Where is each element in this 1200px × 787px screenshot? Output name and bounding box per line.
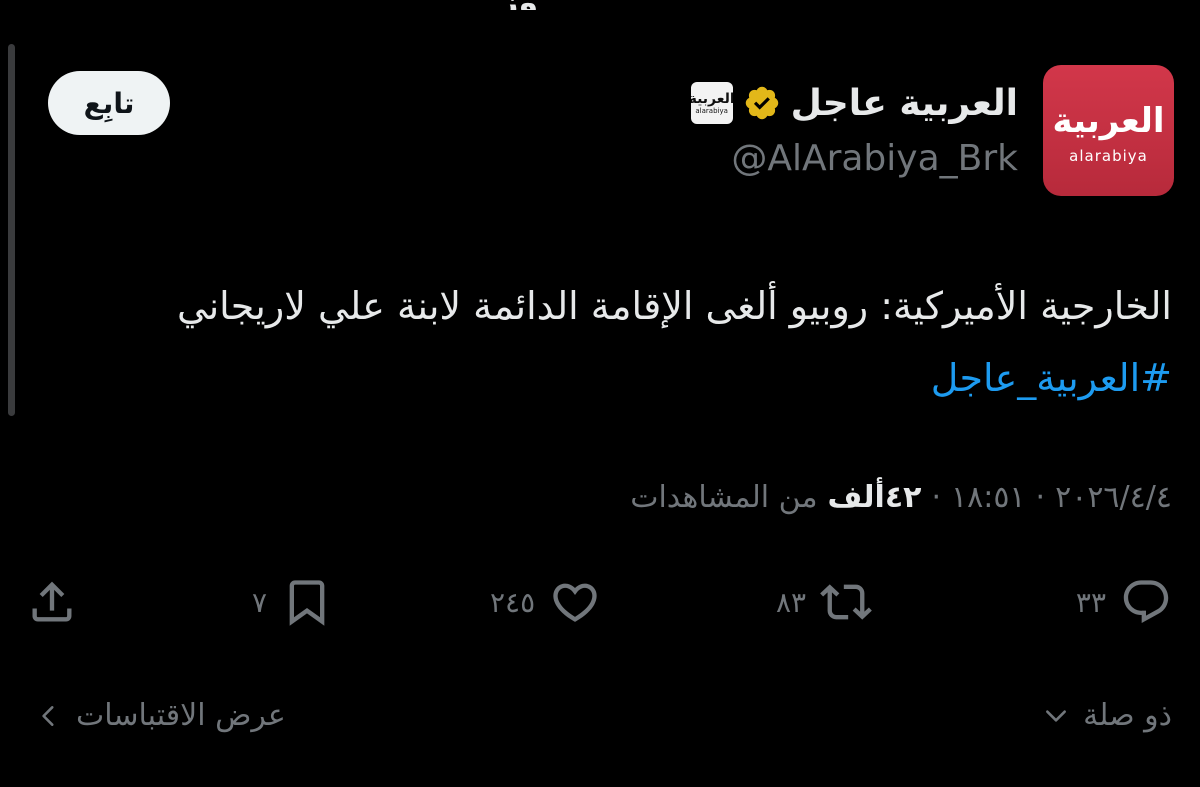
meta-separator: · xyxy=(1035,480,1046,515)
reply-button[interactable]: ٣٣ xyxy=(1076,570,1172,634)
chevron-down-icon xyxy=(1046,709,1067,722)
previous-tweet-partial-text: وز xyxy=(500,0,610,10)
share-button[interactable] xyxy=(26,570,78,634)
avatar-logo-english: alarabiya xyxy=(1069,147,1148,165)
hashtag-link[interactable]: #العربية_عاجل xyxy=(931,356,1172,400)
repost-button[interactable]: ٨٣ xyxy=(776,570,872,634)
repost-count: ٨٣ xyxy=(776,585,807,619)
affiliation-badge[interactable]: العربية alarabiya xyxy=(690,82,733,124)
tweet-text: الخارجية الأميركية: روبيو ألغى الإقامة ا… xyxy=(112,270,1172,414)
repost-icon xyxy=(820,584,872,620)
thread-line xyxy=(8,44,15,416)
tweet-meta: ٢٠٢٦/٤/٤ · ١٨:٥١ · ٤٢ألف من المشاهدات xyxy=(630,480,1172,515)
author-name-row: العربية عاجل العربية alarabiya xyxy=(690,78,1018,128)
avatar-logo-arabic: العربية xyxy=(1052,101,1165,141)
view-quotes-label: عرض الاقتباسات xyxy=(76,698,286,733)
reply-icon xyxy=(1123,580,1169,624)
related-label: ذو صلة xyxy=(1083,698,1172,733)
like-count: ٢٤٥ xyxy=(490,585,536,619)
author-handle[interactable]: @AlArabiya_Brk xyxy=(731,138,1018,179)
tweet-date[interactable]: ٢٠٢٦/٤/٤ xyxy=(1055,480,1172,515)
verified-badge-icon[interactable] xyxy=(743,84,781,122)
bookmark-count: ٧ xyxy=(252,585,268,619)
bookmark-button[interactable]: ٧ xyxy=(252,570,333,634)
reply-count: ٣٣ xyxy=(1075,585,1106,619)
heart-icon xyxy=(553,583,597,622)
related-toggle[interactable]: ذو صلة xyxy=(1043,698,1172,733)
view-quotes-link[interactable]: عرض الاقتباسات xyxy=(36,698,286,733)
avatar[interactable]: العربية alarabiya xyxy=(1043,65,1174,196)
like-button[interactable]: ٢٤٥ xyxy=(490,570,601,634)
tweet-body: الخارجية الأميركية: روبيو ألغى الإقامة ا… xyxy=(176,284,1172,328)
meta-separator: · xyxy=(931,480,941,515)
bookmark-icon xyxy=(289,580,325,626)
follow-button[interactable]: تابِع xyxy=(48,71,170,135)
views-label: من المشاهدات xyxy=(630,480,818,515)
author-display-name[interactable]: العربية عاجل xyxy=(791,83,1018,124)
tweet-time[interactable]: ١٨:٥١ xyxy=(951,480,1026,515)
chevron-left-icon xyxy=(42,705,54,726)
views-count[interactable]: ٤٢ألف xyxy=(828,480,922,515)
affiliation-badge-english: alarabiya xyxy=(695,106,728,115)
share-icon xyxy=(32,581,72,622)
affiliation-badge-arabic: العربية xyxy=(690,90,733,107)
